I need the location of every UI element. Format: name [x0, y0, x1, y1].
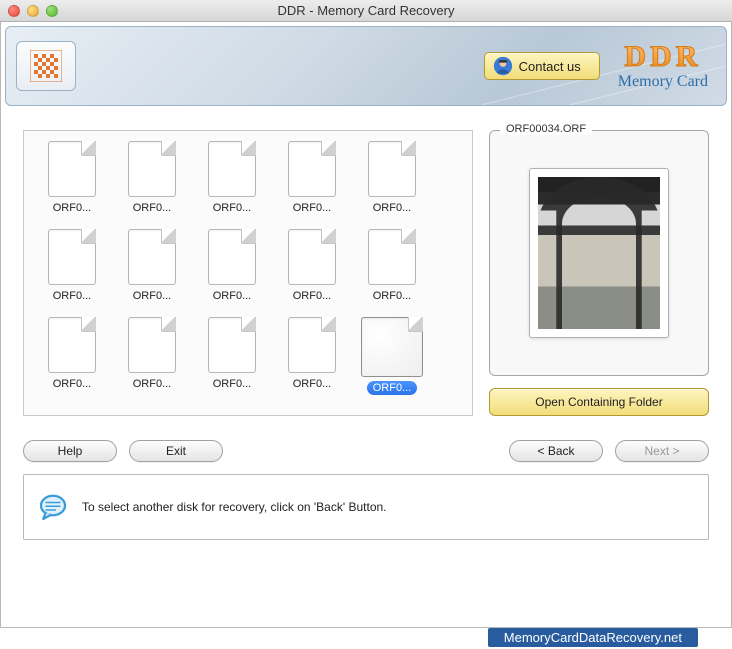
help-label: Help: [58, 444, 83, 458]
window-title: DDR - Memory Card Recovery: [0, 3, 732, 18]
window-body: Contact us DDR Memory Card ORF0...ORF0..…: [0, 22, 732, 628]
back-button[interactable]: < Back: [509, 440, 603, 462]
file-label: ORF0...: [287, 289, 338, 303]
file-thumb-icon: [128, 229, 176, 285]
file-thumb-icon: [208, 229, 256, 285]
file-item[interactable]: ORF0...: [32, 141, 112, 225]
wizard-button-row: Help Exit < Back Next >: [5, 416, 727, 470]
file-item[interactable]: ORF0...: [352, 141, 432, 225]
grid-icon: [30, 50, 62, 82]
help-button[interactable]: Help: [23, 440, 117, 462]
open-folder-label: Open Containing Folder: [535, 395, 662, 409]
file-item[interactable]: ORF0...: [352, 229, 432, 313]
brand-subtitle: Memory Card: [618, 74, 708, 90]
hint-text: To select another disk for recovery, cli…: [82, 500, 387, 514]
file-thumb-icon: [208, 141, 256, 197]
file-label: ORF0...: [207, 289, 258, 303]
file-label: ORF0...: [47, 289, 98, 303]
file-thumb-icon: [288, 229, 336, 285]
file-thumb-icon: [368, 229, 416, 285]
file-item[interactable]: ORF0...: [32, 229, 112, 313]
main-content: ORF0... ORF0... ORF0... ORF0... ORF0... ORF0.…: [5, 106, 727, 416]
hint-panel: To select another disk for recovery, cli…: [23, 474, 709, 540]
file-label: ORF0...: [287, 201, 338, 215]
footer-link-text: MemoryCardDataRecovery.net: [504, 630, 682, 645]
file-item[interactable]: ORF0...: [32, 317, 112, 401]
file-label: ORF0...: [287, 377, 338, 391]
brand-title: DDR: [618, 42, 708, 72]
support-avatar-icon: [493, 56, 513, 76]
app-logo[interactable]: [16, 41, 76, 91]
brand-block: DDR Memory Card: [618, 42, 708, 90]
preview-image: [538, 177, 660, 329]
file-label: ORF0...: [207, 377, 258, 391]
file-label: ORF0...: [367, 381, 418, 395]
file-item[interactable]: ORF0...: [272, 229, 352, 313]
file-label: ORF0...: [47, 201, 98, 215]
back-label: < Back: [537, 444, 574, 458]
file-label: ORF0...: [127, 201, 178, 215]
file-thumb-icon: [48, 229, 96, 285]
file-label: ORF0...: [127, 377, 178, 391]
titlebar: DDR - Memory Card Recovery: [0, 0, 732, 22]
file-item[interactable]: ORF0...: [192, 141, 272, 225]
file-item[interactable]: ORF0...: [192, 317, 272, 401]
file-item[interactable]: ORF0...: [192, 229, 272, 313]
info-bubble-icon: [38, 492, 68, 522]
file-thumb-icon: [48, 317, 96, 373]
file-thumb-icon: [128, 317, 176, 373]
file-item[interactable]: ORF0...: [112, 317, 192, 401]
open-containing-folder-button[interactable]: Open Containing Folder: [489, 388, 709, 416]
contact-us-button[interactable]: Contact us: [484, 52, 600, 80]
file-thumb-icon: [48, 141, 96, 197]
file-grid[interactable]: ORF0... ORF0... ORF0... ORF0... ORF0... ORF0.…: [23, 130, 473, 416]
file-item[interactable]: ORF0...: [352, 317, 432, 401]
preview-column: ORF00034.ORF Open Containing Folder: [489, 130, 709, 416]
file-item[interactable]: ORF0...: [272, 141, 352, 225]
file-label: ORF0...: [47, 377, 98, 391]
file-thumb-icon: [208, 317, 256, 373]
contact-us-label: Contact us: [519, 59, 581, 74]
file-item[interactable]: ORF0...: [272, 317, 352, 401]
exit-label: Exit: [166, 444, 186, 458]
file-thumb-icon: [128, 141, 176, 197]
file-label: ORF0...: [367, 289, 418, 303]
file-label: ORF0...: [207, 201, 258, 215]
file-thumb-icon: [368, 141, 416, 197]
file-thumb-icon: [288, 141, 336, 197]
preview-groupbox: ORF00034.ORF: [489, 130, 709, 376]
next-label: Next >: [644, 444, 679, 458]
file-item[interactable]: ORF0...: [112, 229, 192, 313]
file-item[interactable]: ORF0...: [112, 141, 192, 225]
next-button: Next >: [615, 440, 709, 462]
file-label: ORF0...: [367, 201, 418, 215]
file-thumb-icon: [361, 317, 423, 377]
file-label: ORF0...: [127, 289, 178, 303]
exit-button[interactable]: Exit: [129, 440, 223, 462]
preview-frame: [529, 168, 669, 338]
app-header: Contact us DDR Memory Card: [5, 26, 727, 106]
footer-link[interactable]: MemoryCardDataRecovery.net: [488, 628, 698, 647]
preview-filename: ORF00034.ORF: [500, 123, 592, 135]
file-thumb-icon: [288, 317, 336, 373]
